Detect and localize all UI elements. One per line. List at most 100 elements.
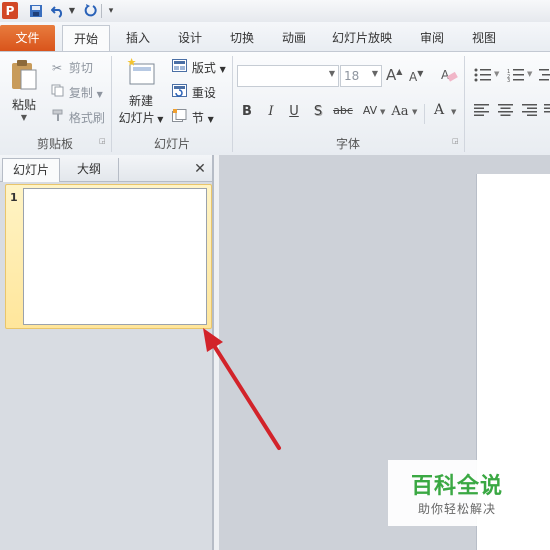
paste-label: 粘贴 [11, 98, 36, 112]
scissors-icon: ✂ [51, 61, 63, 75]
tab-transitions[interactable]: 切换 [222, 25, 262, 51]
numbering-button[interactable]: 123 [507, 68, 525, 84]
spacing-dropdown-icon[interactable]: ▼ [380, 108, 385, 116]
tab-insert[interactable]: 插入 [118, 25, 158, 51]
indent-icon [539, 69, 550, 81]
shadow-button[interactable]: S [309, 104, 327, 119]
save-icon[interactable] [28, 2, 44, 19]
section-button[interactable]: 节 ▼ [170, 109, 214, 127]
reset-button[interactable]: 重设 [170, 84, 216, 102]
section-dropdown-icon: ▼ [207, 115, 214, 124]
italic-button[interactable]: I [262, 104, 280, 119]
close-panel-icon[interactable]: ✕ [190, 158, 210, 181]
align-left-button[interactable] [474, 104, 492, 118]
panel-tab-outline[interactable]: 大纲 [60, 158, 119, 181]
font-color-button[interactable]: A [430, 102, 448, 118]
panel-tab-slides[interactable]: 幻灯片 [2, 158, 60, 182]
font-group-label: 字体 [335, 137, 360, 151]
watermark-title: 百科全说 [410, 474, 503, 499]
watermark-subtitle: 助你轻松解决 [417, 502, 496, 516]
new-slide-label-2: 幻灯片 [118, 111, 155, 125]
font-launcher-icon[interactable]: ◲ [452, 137, 459, 145]
redo-icon[interactable] [82, 2, 98, 19]
strikethrough-button[interactable]: abc [331, 104, 355, 117]
format-painter-button[interactable]: 格式刷 [49, 109, 105, 127]
grow-font-button[interactable]: A▲ [386, 66, 402, 84]
align-left-icon [474, 104, 489, 116]
underline-button[interactable]: U [285, 104, 303, 119]
tab-animations[interactable]: 动画 [274, 25, 314, 51]
justify-icon [544, 104, 550, 113]
paste-dropdown-icon: ▼ [20, 113, 28, 122]
new-slide-dropdown-icon: ▼ [154, 115, 164, 124]
quick-access-toolbar: P ▼ ▾ [0, 0, 550, 23]
font-size-value: 18 [344, 69, 360, 83]
align-right-icon [522, 104, 537, 116]
undo-icon[interactable] [50, 2, 66, 19]
ribbon-home: 粘贴 ▼ ✂ 剪切 复制 ▼ 格式刷 剪贴板 ◲ 新建 幻灯片 ▼ 版式 ▼ 重… [0, 51, 550, 157]
change-case-button[interactable]: Aa [389, 104, 411, 119]
section-label: 节 [191, 111, 204, 125]
font-size-combobox[interactable]: 18 ▼ [340, 65, 382, 87]
clipboard-launcher-icon[interactable]: ◲ [99, 137, 106, 145]
align-center-button[interactable] [498, 104, 516, 118]
layout-dropdown-icon: ▼ [219, 65, 226, 74]
layout-icon [170, 59, 188, 72]
numbering-dropdown-icon[interactable]: ▼ [527, 70, 532, 78]
annotation-arrow [203, 328, 281, 450]
copy-icon [49, 84, 65, 97]
clipboard-group-label: 剪贴板 [36, 137, 73, 151]
font-size-dropdown-icon: ▼ [371, 69, 378, 78]
slides-panel-tabs: 幻灯片 大纲 ✕ [0, 155, 212, 182]
tab-slideshow[interactable]: 幻灯片放映 [326, 25, 398, 51]
numbering-icon: 123 [507, 69, 524, 84]
slide-number: 1 [10, 191, 18, 204]
copy-button[interactable]: 复制 ▼ [49, 84, 103, 102]
tab-home[interactable]: 开始 [62, 25, 110, 52]
font-name-dropdown-icon: ▼ [328, 69, 335, 78]
shrink-font-label: A [409, 70, 418, 84]
powerpoint-app-icon[interactable]: P [2, 2, 18, 19]
reset-label: 重设 [191, 86, 216, 100]
new-slide-icon [127, 58, 155, 85]
new-slide-button[interactable]: 新建 幻灯片 ▼ [116, 58, 166, 134]
format-painter-label: 格式刷 [68, 111, 105, 125]
tab-design[interactable]: 设计 [170, 25, 210, 51]
slides-group-label: 幻灯片 [153, 137, 190, 151]
new-slide-label-1: 新建 [128, 94, 153, 108]
font-color-dropdown-icon[interactable]: ▼ [451, 108, 456, 116]
character-spacing-button[interactable]: AV [360, 104, 380, 117]
font-name-combobox[interactable]: ▼ [237, 65, 339, 87]
svg-text:A: A [441, 68, 450, 82]
cut-button[interactable]: ✂ 剪切 [49, 59, 93, 77]
grow-font-label: A [386, 66, 397, 84]
slide-thumbnail-1[interactable] [23, 188, 207, 325]
reset-icon [170, 84, 188, 97]
watermark-logo: 百科全说 助你轻松解决 [388, 460, 526, 526]
app-icon-letter: P [5, 3, 15, 18]
paste-button[interactable]: 粘贴 ▼ [6, 58, 42, 134]
bold-button[interactable]: B [238, 104, 256, 119]
align-right-button[interactable] [522, 104, 540, 118]
bullets-dropdown-icon[interactable]: ▼ [494, 70, 499, 78]
copy-label: 复制 [68, 86, 93, 100]
tab-review[interactable]: 审阅 [412, 25, 452, 51]
paste-icon [12, 60, 37, 90]
layout-button[interactable]: 版式 ▼ [170, 59, 226, 77]
svg-text:3: 3 [507, 78, 510, 82]
clear-formatting-icon: A [441, 68, 458, 82]
clear-formatting-button[interactable]: A [440, 66, 458, 84]
justify-button[interactable] [544, 104, 550, 118]
copy-dropdown-icon: ▼ [96, 90, 103, 99]
align-center-icon [498, 104, 513, 116]
undo-dropdown-icon[interactable]: ▼ [67, 2, 77, 19]
section-icon [170, 109, 188, 122]
decrease-indent-button[interactable] [539, 68, 550, 82]
shrink-font-button[interactable]: A▼ [409, 69, 423, 84]
customize-toolbar-icon[interactable]: ▾ [105, 2, 117, 19]
bullets-button[interactable] [474, 68, 492, 82]
case-dropdown-icon[interactable]: ▼ [412, 108, 417, 116]
cut-label: 剪切 [68, 61, 93, 75]
tab-file[interactable]: 文件 [0, 25, 55, 51]
tab-view[interactable]: 视图 [464, 25, 504, 51]
